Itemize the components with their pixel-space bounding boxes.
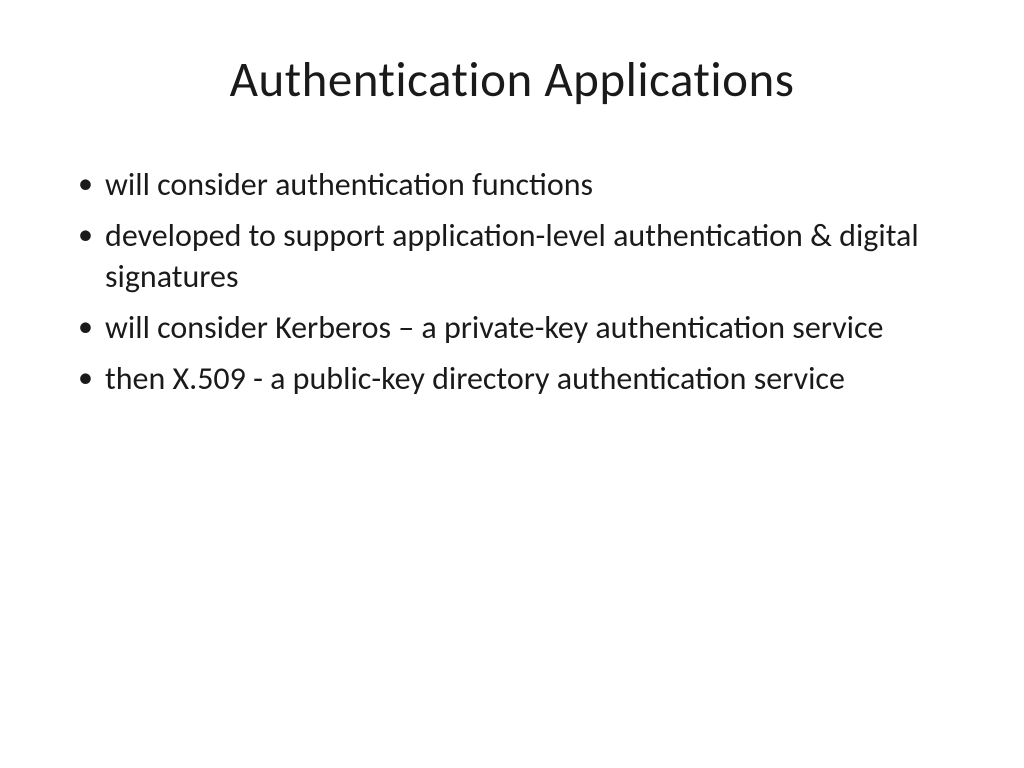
list-item: will consider authentication functions — [70, 165, 954, 206]
list-item: will consider Kerberos – a private-key a… — [70, 308, 954, 349]
list-item: developed to support application-level a… — [70, 216, 954, 298]
list-item: then X.509 - a public-key directory auth… — [70, 359, 954, 400]
slide-title: Authentication Applications — [70, 50, 954, 110]
slide-container: Authentication Applications will conside… — [0, 0, 1024, 768]
bullet-list: will consider authentication functions d… — [70, 165, 954, 400]
